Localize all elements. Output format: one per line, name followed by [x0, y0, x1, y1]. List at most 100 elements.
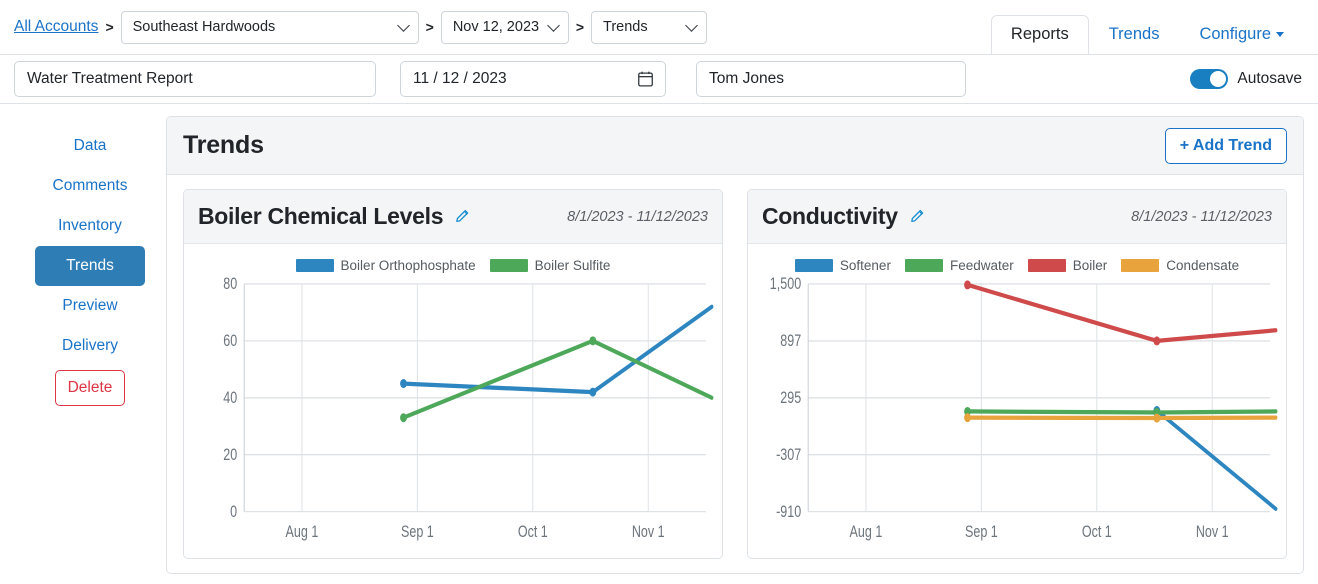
legend-label: Boiler	[1072, 257, 1108, 273]
user-select[interactable]: Tom Jones	[696, 61, 966, 97]
trend-card-body: Boiler Orthophosphate Boiler Sulfite 0 20…	[184, 244, 722, 558]
page-title: Trends	[183, 131, 264, 159]
trend-card-body: Softener Feedwater Boiler Condensate 1,5…	[748, 244, 1286, 558]
trend-card-title: Boiler Chemical Levels	[198, 203, 444, 229]
breadcrumb-separator-2: >	[425, 19, 434, 35]
sidebar-item-label: Comments	[52, 177, 128, 194]
tab-trends-label: Trends	[1108, 25, 1160, 43]
account-select[interactable]: Southeast Hardwoods	[120, 10, 419, 44]
legend-swatch	[1121, 258, 1160, 272]
svg-text:Nov 1: Nov 1	[632, 523, 665, 541]
report-meta-bar: Water Treatment Report 11 / 12 / 2023 To…	[0, 54, 1318, 104]
sidebar-item-comments[interactable]: Comments	[35, 166, 145, 206]
svg-text:-307: -307	[776, 446, 801, 464]
legend-swatch	[904, 258, 943, 272]
sidebar-item-label: Preview	[62, 297, 118, 314]
legend-swatch	[489, 258, 528, 272]
trend-card-header: Conductivity 8/1/2023 - 11/12/2023	[748, 190, 1286, 244]
sidebar-item-preview[interactable]: Preview	[35, 286, 145, 326]
legend-item-feedwater[interactable]: Feedwater	[904, 257, 1014, 273]
chart-svg: 1,500 897 295 -307 -910 Aug 1 Sep 1 Oct 1 Nov 1	[770, 276, 1278, 541]
svg-text:Oct 1: Oct 1	[518, 523, 548, 541]
autosave-label: Autosave	[1237, 70, 1302, 87]
chevron-down-icon	[396, 19, 410, 32]
trend-card-boiler-chemical-levels: Boiler Chemical Levels 8/1/2023 - 11/12/…	[183, 189, 723, 559]
report-date-select[interactable]: Nov 12, 2023	[440, 10, 569, 44]
tab-reports-label: Reports	[1010, 25, 1069, 43]
legend-swatch	[1027, 258, 1066, 272]
sidebar-item-label: Inventory	[58, 217, 122, 234]
svg-text:Aug 1: Aug 1	[850, 523, 883, 541]
legend-item-boiler-orthophosphate[interactable]: Boiler Orthophosphate	[295, 257, 476, 273]
legend-label: Condensate	[1166, 257, 1240, 273]
legend-label: Softener	[839, 257, 891, 273]
trend-card-date-range: 8/1/2023 - 11/12/2023	[567, 208, 708, 225]
report-title-input[interactable]: Water Treatment Report	[14, 61, 376, 97]
breadcrumb-all-accounts-link[interactable]: All Accounts	[14, 18, 98, 36]
chart-legend: Softener Feedwater Boiler Condensate	[756, 250, 1278, 276]
sidebar-item-delivery[interactable]: Delivery	[35, 326, 145, 366]
delete-button[interactable]: Delete	[55, 370, 125, 406]
legend-label: Boiler Orthophosphate	[340, 257, 476, 273]
add-trend-button[interactable]: + Add Trend	[1164, 127, 1287, 164]
svg-text:1,500: 1,500	[770, 276, 801, 294]
tab-configure[interactable]: Configure	[1179, 15, 1304, 54]
legend-swatch	[794, 258, 833, 272]
delete-button-label: Delete	[67, 379, 113, 396]
toggle-knob	[1210, 71, 1227, 87]
main-nav-tabs: Reports Trends Configure	[990, 15, 1304, 54]
tab-reports[interactable]: Reports	[990, 15, 1089, 54]
report-date-select-value: Nov 12, 2023	[452, 19, 540, 35]
sidebar-item-label: Data	[73, 137, 107, 154]
chevron-down-icon	[546, 19, 560, 32]
section-select[interactable]: Trends	[591, 10, 707, 44]
tab-configure-label: Configure	[1199, 25, 1271, 43]
sidebar-item-data[interactable]: Data	[35, 126, 145, 166]
section-select-value: Trends	[603, 19, 648, 35]
breadcrumb-bar: All Accounts > Southeast Hardwoods > Nov…	[0, 0, 1318, 54]
legend-item-condensate[interactable]: Condensate	[1121, 258, 1239, 273]
svg-text:0: 0	[230, 503, 237, 521]
tab-trends[interactable]: Trends	[1089, 15, 1180, 54]
legend-item-softener[interactable]: Softener	[794, 257, 891, 273]
content-area: Data Comments Inventory Trends Preview D…	[0, 104, 1318, 584]
legend-label: Feedwater	[949, 257, 1014, 273]
report-date-input[interactable]: 11 / 12 / 2023	[400, 61, 666, 97]
legend-item-boiler-sulfite[interactable]: Boiler Sulfite	[489, 257, 611, 273]
svg-text:20: 20	[223, 446, 237, 464]
svg-text:Nov 1: Nov 1	[1196, 523, 1229, 541]
trend-card-list: Boiler Chemical Levels 8/1/2023 - 11/12/…	[167, 175, 1303, 573]
legend-swatch	[295, 258, 334, 272]
trend-card-conductivity: Conductivity 8/1/2023 - 11/12/2023 Softe…	[747, 189, 1287, 559]
breadcrumb-separator-3: >	[575, 19, 584, 35]
autosave-toggle[interactable]	[1190, 69, 1229, 89]
legend-item-boiler[interactable]: Boiler	[1027, 257, 1108, 273]
report-title-value: Water Treatment Report	[27, 70, 193, 87]
svg-text:60: 60	[223, 333, 237, 351]
trend-card-header: Boiler Chemical Levels 8/1/2023 - 11/12/…	[184, 190, 722, 244]
svg-text:897: 897	[780, 333, 801, 351]
edit-pencil-icon[interactable]	[909, 208, 926, 225]
report-sidebar: Data Comments Inventory Trends Preview D…	[14, 116, 166, 574]
svg-text:Oct 1: Oct 1	[1082, 523, 1112, 541]
trend-card-title: Conductivity	[762, 203, 898, 229]
report-date-value: 11 / 12 / 2023	[413, 70, 507, 87]
trends-panel-header: Trends + Add Trend	[167, 117, 1303, 175]
line-chart-boiler-chemical-levels: 0 20 40 60 80 Aug 1 Sep 1 Oct 1 Nov 1	[192, 276, 714, 554]
trend-card-date-range: 8/1/2023 - 11/12/2023	[1131, 208, 1272, 225]
trends-panel: Trends + Add Trend Boiler Chemical Level…	[166, 116, 1304, 574]
edit-pencil-icon[interactable]	[454, 208, 471, 225]
svg-text:295: 295	[780, 390, 801, 408]
svg-text:40: 40	[223, 390, 237, 408]
chevron-down-icon	[685, 19, 698, 32]
sidebar-item-label: Delivery	[62, 337, 118, 354]
sidebar-item-inventory[interactable]: Inventory	[35, 206, 145, 246]
user-select-value: Tom Jones	[709, 70, 784, 87]
breadcrumb-separator-1: >	[105, 19, 114, 35]
svg-text:Sep 1: Sep 1	[401, 523, 434, 541]
legend-label: Boiler Sulfite	[534, 257, 611, 273]
sidebar-item-trends[interactable]: Trends	[35, 246, 145, 286]
caret-down-icon	[1276, 32, 1284, 38]
autosave-control: Autosave	[1190, 69, 1302, 89]
calendar-icon[interactable]	[638, 71, 653, 87]
